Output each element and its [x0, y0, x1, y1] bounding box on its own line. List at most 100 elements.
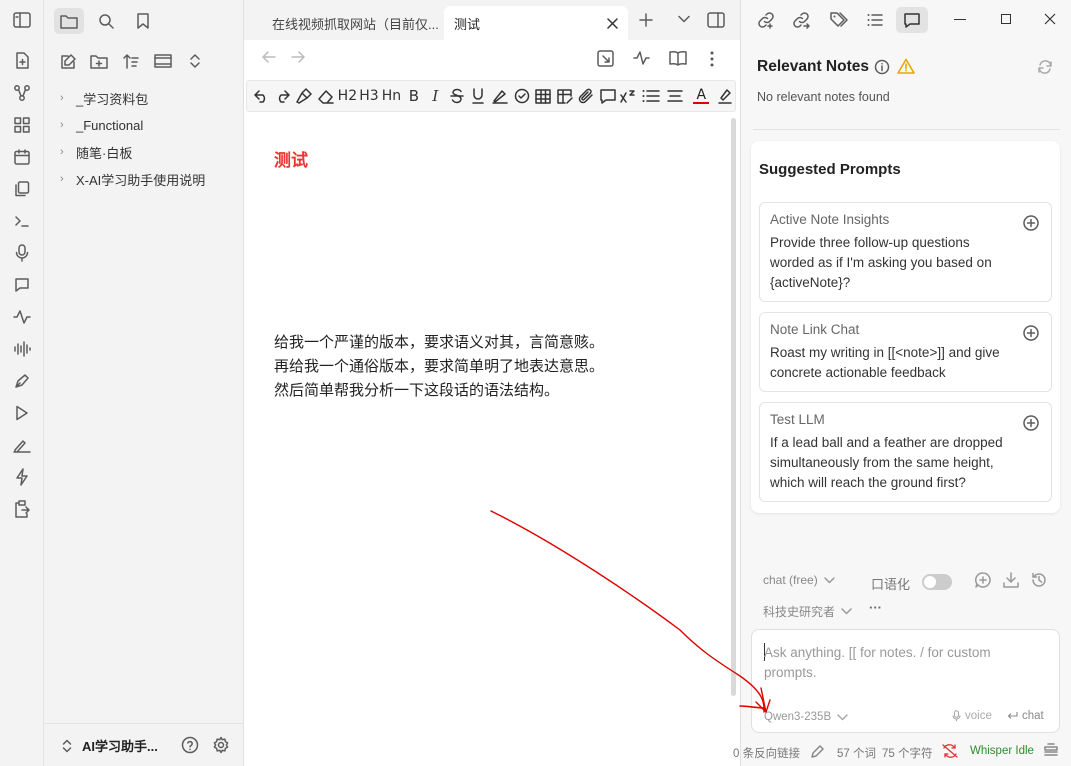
link-add-icon[interactable]: [757, 11, 775, 29]
eraser-icon[interactable]: [316, 84, 337, 108]
prompt-card[interactable]: Test LLM If a lead ball and a feather ar…: [759, 402, 1052, 502]
format-painter-icon[interactable]: [294, 84, 315, 108]
tab-video-sites[interactable]: 在线视频抓取网站（目前仅...: [262, 6, 442, 40]
font-color-button[interactable]: A: [689, 84, 713, 108]
vault-switcher[interactable]: AI学习助手...: [62, 736, 158, 755]
highlighter-icon[interactable]: [490, 84, 511, 108]
forward-arrow-icon[interactable]: [291, 51, 305, 63]
whisper-status[interactable]: Whisper Idle: [970, 745, 1034, 757]
add-prompt-icon[interactable]: [1023, 325, 1039, 341]
attachment-icon[interactable]: [576, 84, 597, 108]
outline-icon[interactable]: [867, 13, 883, 27]
task-checkbox-icon[interactable]: [511, 84, 532, 108]
heading-2-button[interactable]: H2: [337, 84, 358, 108]
clipboard-export-icon[interactable]: [11, 498, 33, 520]
download-icon[interactable]: [1003, 572, 1019, 588]
font-color-swatch: [693, 102, 710, 104]
editor-scrollbar[interactable]: [731, 118, 736, 696]
open-external-icon[interactable]: [597, 50, 614, 67]
settings-gear-icon[interactable]: [212, 736, 230, 754]
close-tab-icon[interactable]: [607, 18, 618, 29]
canvas-icon[interactable]: [11, 114, 33, 136]
chevron-down-icon[interactable]: [678, 15, 690, 23]
tree-item-folder[interactable]: › X-AI学习助手使用说明: [60, 168, 205, 190]
link-forward-icon[interactable]: [792, 11, 810, 29]
refresh-icon[interactable]: [1037, 59, 1053, 75]
sort-icon[interactable]: [116, 48, 146, 74]
sidebar-toggle-icon[interactable]: [11, 9, 33, 31]
edit-mode-icon[interactable]: [811, 744, 825, 758]
graph-view-icon[interactable]: [11, 82, 33, 104]
audio-wave-icon[interactable]: [11, 338, 33, 360]
chat-icon[interactable]: [11, 274, 33, 296]
tags-icon[interactable]: [830, 12, 848, 28]
prompt-card[interactable]: Active Note Insights Provide three follo…: [759, 202, 1052, 302]
new-folder-icon[interactable]: [84, 48, 114, 74]
new-note-icon[interactable]: [54, 48, 84, 74]
terminal-icon[interactable]: [11, 210, 33, 232]
copilot-chat-tab[interactable]: [896, 7, 928, 33]
tree-item-folder[interactable]: › _Functional: [60, 114, 143, 136]
italic-button[interactable]: I: [425, 84, 446, 108]
help-icon[interactable]: [181, 736, 199, 754]
files-tab-icon[interactable]: [54, 8, 84, 34]
chat-input[interactable]: Ask anything. [[ for notes. / for custom…: [764, 643, 1014, 683]
back-arrow-icon[interactable]: [262, 51, 276, 63]
right-sidebar-toggle-icon[interactable]: [707, 12, 725, 28]
backlinks-count[interactable]: 0 条反向链接: [733, 745, 800, 761]
model-selector[interactable]: Qwen3-235B: [764, 711, 848, 723]
expand-collapse-icon[interactable]: [180, 48, 210, 74]
highlight-color-icon[interactable]: [714, 84, 735, 108]
comment-icon[interactable]: [597, 84, 618, 108]
superscript-icon[interactable]: [619, 84, 638, 108]
colloquial-toggle[interactable]: [922, 574, 952, 590]
more-options-icon[interactable]: [710, 51, 714, 67]
calendar-icon[interactable]: [11, 146, 33, 168]
more-options-button[interactable]: ···: [869, 600, 882, 615]
reading-view-icon[interactable]: [669, 50, 687, 66]
maximize-icon[interactable]: [1001, 14, 1011, 24]
activity-icon[interactable]: [11, 306, 33, 328]
copy-icon[interactable]: [11, 178, 33, 200]
info-icon[interactable]: [874, 59, 890, 75]
bookmark-icon[interactable]: [128, 8, 158, 34]
add-prompt-icon[interactable]: [1023, 415, 1039, 431]
layers-icon[interactable]: [1044, 743, 1058, 759]
table-icon[interactable]: [533, 84, 554, 108]
microphone-icon[interactable]: [11, 242, 33, 264]
tree-item-folder[interactable]: › _学习资料包: [60, 87, 148, 109]
align-icon[interactable]: [664, 84, 688, 108]
format-toolbar: H2 H3 Hn B I A: [246, 80, 736, 112]
history-icon[interactable]: [1031, 572, 1047, 588]
auto-reveal-icon[interactable]: [148, 48, 178, 74]
bullet-list-icon[interactable]: [639, 84, 663, 108]
underline-icon[interactable]: [468, 84, 489, 108]
activity-icon[interactable]: [633, 50, 650, 66]
add-prompt-icon[interactable]: [1023, 215, 1039, 231]
search-icon[interactable]: [91, 8, 121, 34]
new-file-icon[interactable]: [11, 50, 33, 72]
pen-tool-icon[interactable]: [11, 370, 33, 392]
minimize-icon[interactable]: [954, 19, 966, 20]
undo-icon[interactable]: [251, 84, 272, 108]
sync-off-icon[interactable]: [942, 744, 958, 758]
new-chat-icon[interactable]: [975, 572, 991, 588]
tab-test[interactable]: 测试: [444, 6, 628, 40]
heading-n-button[interactable]: Hn: [380, 84, 402, 108]
tree-item-folder[interactable]: › 随笔·白板: [60, 141, 132, 163]
lightning-icon[interactable]: [11, 466, 33, 488]
table-edit-icon[interactable]: [554, 84, 575, 108]
strikethrough-icon[interactable]: [447, 84, 468, 108]
heading-3-button[interactable]: H3: [359, 84, 380, 108]
signature-icon[interactable]: [11, 434, 33, 456]
new-tab-icon[interactable]: [639, 13, 653, 27]
mode-selector[interactable]: chat (free): [763, 573, 835, 587]
prompt-card[interactable]: Note Link Chat Roast my writing in [[<no…: [759, 312, 1052, 392]
bold-button[interactable]: B: [404, 84, 425, 108]
redo-icon[interactable]: [273, 84, 294, 108]
play-icon[interactable]: [11, 402, 33, 424]
close-window-icon[interactable]: [1044, 13, 1056, 25]
voice-button[interactable]: voice: [952, 710, 992, 722]
send-chat-button[interactable]: chat: [1007, 710, 1044, 722]
persona-selector[interactable]: 科技史研究者: [763, 603, 852, 620]
